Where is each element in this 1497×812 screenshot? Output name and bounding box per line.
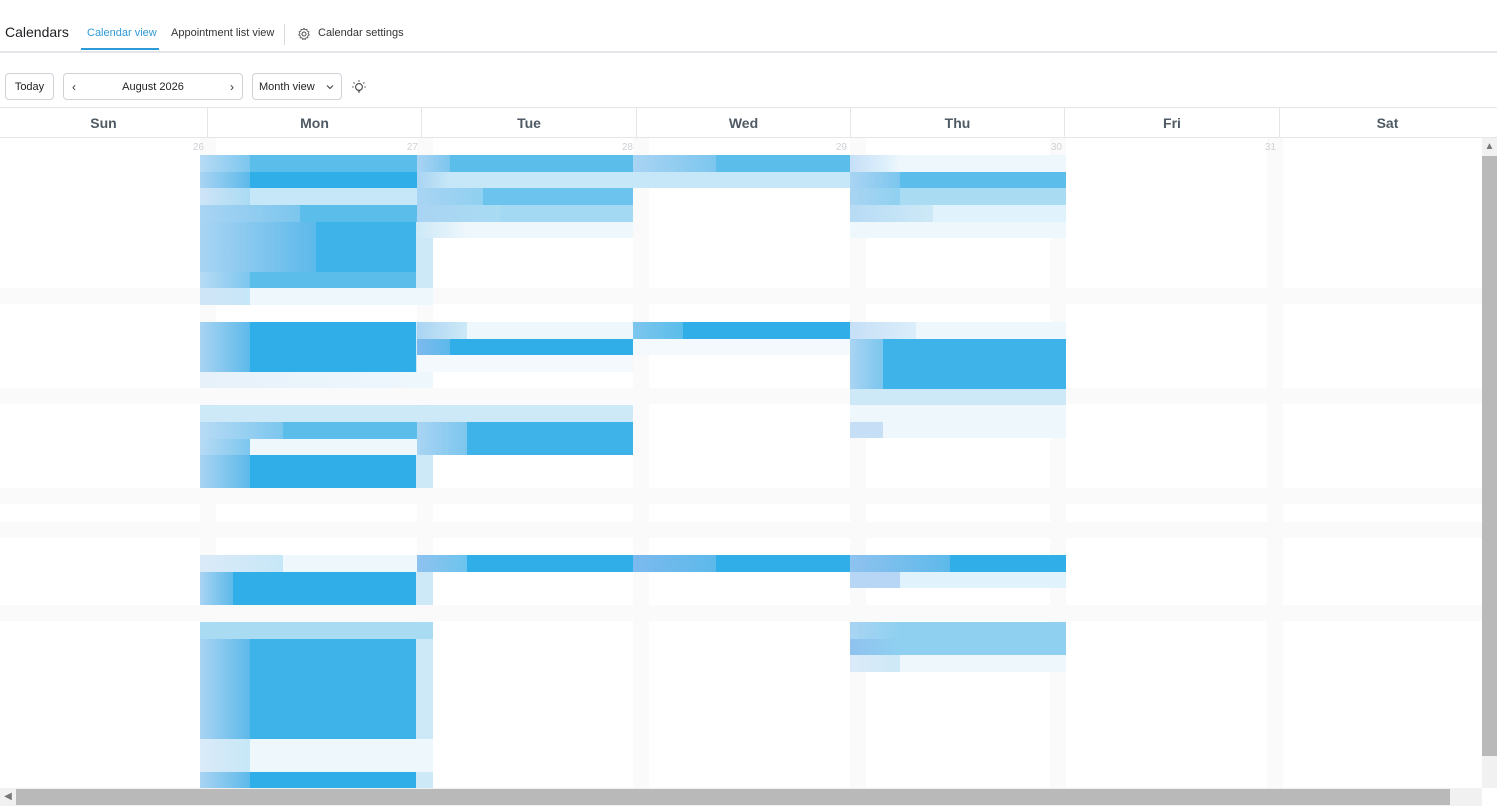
calendar-event[interactable]	[200, 188, 433, 205]
calendar-header: Sun Mon Tue Wed Thu Fri Sat	[0, 107, 1497, 138]
calendar-event[interactable]	[850, 222, 1066, 238]
calendar-event[interactable]	[200, 155, 433, 172]
calendar-event[interactable]	[417, 188, 633, 205]
calendar-event[interactable]	[200, 205, 433, 222]
tab-appointment-list-view[interactable]: Appointment list view	[171, 27, 274, 39]
calendar-event[interactable]	[417, 155, 633, 172]
row-divider	[0, 388, 1482, 404]
date-navigator: ‹ August 2026 ›	[63, 73, 243, 100]
calendar-event[interactable]	[850, 205, 1066, 222]
row-divider	[0, 488, 1482, 504]
row-divider	[0, 522, 1482, 538]
calendar-event[interactable]	[850, 405, 1066, 422]
tab-calendar-settings[interactable]: Calendar settings	[318, 27, 404, 39]
calendar-event[interactable]	[417, 322, 633, 339]
calendar-event[interactable]	[850, 389, 1066, 405]
calendar-event[interactable]	[200, 555, 433, 572]
calendar-event[interactable]	[417, 339, 633, 355]
active-tab-indicator	[81, 48, 159, 50]
calendar-event[interactable]	[633, 322, 850, 339]
horizontal-scrollbar-thumb[interactable]	[16, 789, 1450, 805]
calendar-event[interactable]	[850, 655, 1066, 672]
calendar-event[interactable]	[417, 355, 633, 372]
calendar-event[interactable]	[200, 372, 433, 388]
date-number[interactable]: 30	[1032, 142, 1062, 153]
calendar-event[interactable]	[850, 622, 1066, 639]
calendar-event[interactable]	[850, 322, 1066, 339]
row-divider	[0, 605, 1482, 621]
column-divider	[1267, 138, 1283, 788]
calendar-event[interactable]	[200, 422, 433, 439]
date-number[interactable]: 26	[174, 142, 204, 153]
chevron-right-icon[interactable]: ›	[230, 81, 234, 93]
calendar-event[interactable]	[633, 155, 850, 172]
calendar-event[interactable]	[850, 339, 1066, 389]
calendar-event[interactable]	[850, 172, 1066, 188]
calendar-event[interactable]	[417, 172, 633, 188]
calendar-event[interactable]	[850, 572, 1066, 588]
calendar-event[interactable]	[850, 639, 1066, 655]
day-header-fri: Fri	[1065, 108, 1280, 138]
day-header-thu: Thu	[851, 108, 1065, 138]
calendar-event[interactable]	[200, 572, 433, 605]
today-button[interactable]: Today	[5, 73, 54, 100]
tab-calendar-view[interactable]: Calendar view	[87, 27, 157, 39]
view-select[interactable]: Month view	[252, 73, 342, 100]
calendar-event[interactable]	[417, 422, 633, 455]
calendar-event[interactable]	[200, 639, 433, 739]
calendar-event[interactable]	[200, 455, 433, 488]
page-title: Calendars	[5, 24, 69, 40]
chevron-left-icon[interactable]: ‹	[72, 81, 76, 93]
column-divider	[633, 138, 649, 788]
calendar-event[interactable]	[850, 555, 1066, 572]
view-select-value: Month view	[259, 80, 315, 93]
gear-icon[interactable]	[297, 27, 311, 41]
calendar-event[interactable]	[200, 272, 433, 288]
calendar-event[interactable]	[200, 222, 433, 272]
vertical-scrollbar-thumb[interactable]	[1482, 156, 1497, 756]
lightbulb-icon[interactable]	[351, 79, 367, 95]
calendar-event[interactable]	[200, 172, 433, 188]
day-header-sun: Sun	[0, 108, 208, 138]
calendar-event[interactable]	[850, 188, 1066, 205]
calendar-event[interactable]	[417, 205, 633, 222]
scroll-up-icon[interactable]: ▲	[1482, 140, 1497, 154]
day-header-mon: Mon	[208, 108, 422, 138]
calendar-event[interactable]	[850, 155, 1066, 172]
calendar-event[interactable]	[633, 339, 850, 355]
calendar-event[interactable]	[417, 555, 633, 572]
day-header-sat: Sat	[1376, 115, 1399, 131]
top-tab-bar: Calendars Calendar view Appointment list…	[0, 0, 1497, 53]
calendar-event[interactable]	[850, 422, 1066, 438]
calendar-event[interactable]	[200, 288, 433, 305]
day-header-tue: Tue	[422, 108, 637, 138]
chevron-down-icon	[326, 84, 334, 89]
calendar-event[interactable]	[200, 772, 433, 788]
calendar-event[interactable]	[633, 172, 850, 188]
date-number[interactable]: 27	[388, 142, 418, 153]
calendar-event[interactable]	[417, 405, 633, 422]
date-number[interactable]: 31	[1246, 142, 1276, 153]
calendar-event[interactable]	[200, 405, 433, 422]
tab-divider	[284, 24, 285, 45]
calendar-event[interactable]	[200, 622, 433, 639]
date-number[interactable]: 29	[817, 142, 847, 153]
date-number[interactable]: 28	[603, 142, 633, 153]
calendar-event[interactable]	[633, 555, 850, 572]
calendar-event[interactable]	[200, 322, 433, 372]
day-header-wed: Wed	[637, 108, 851, 138]
calendar-grid[interactable]: 26 27 28 29 30 31	[0, 138, 1482, 788]
calendar-event[interactable]	[200, 439, 433, 455]
calendar-event[interactable]	[200, 739, 433, 772]
calendar-event[interactable]	[417, 222, 633, 238]
current-period-label: August 2026	[122, 80, 184, 93]
scroll-left-icon[interactable]: ◀	[0, 789, 16, 805]
